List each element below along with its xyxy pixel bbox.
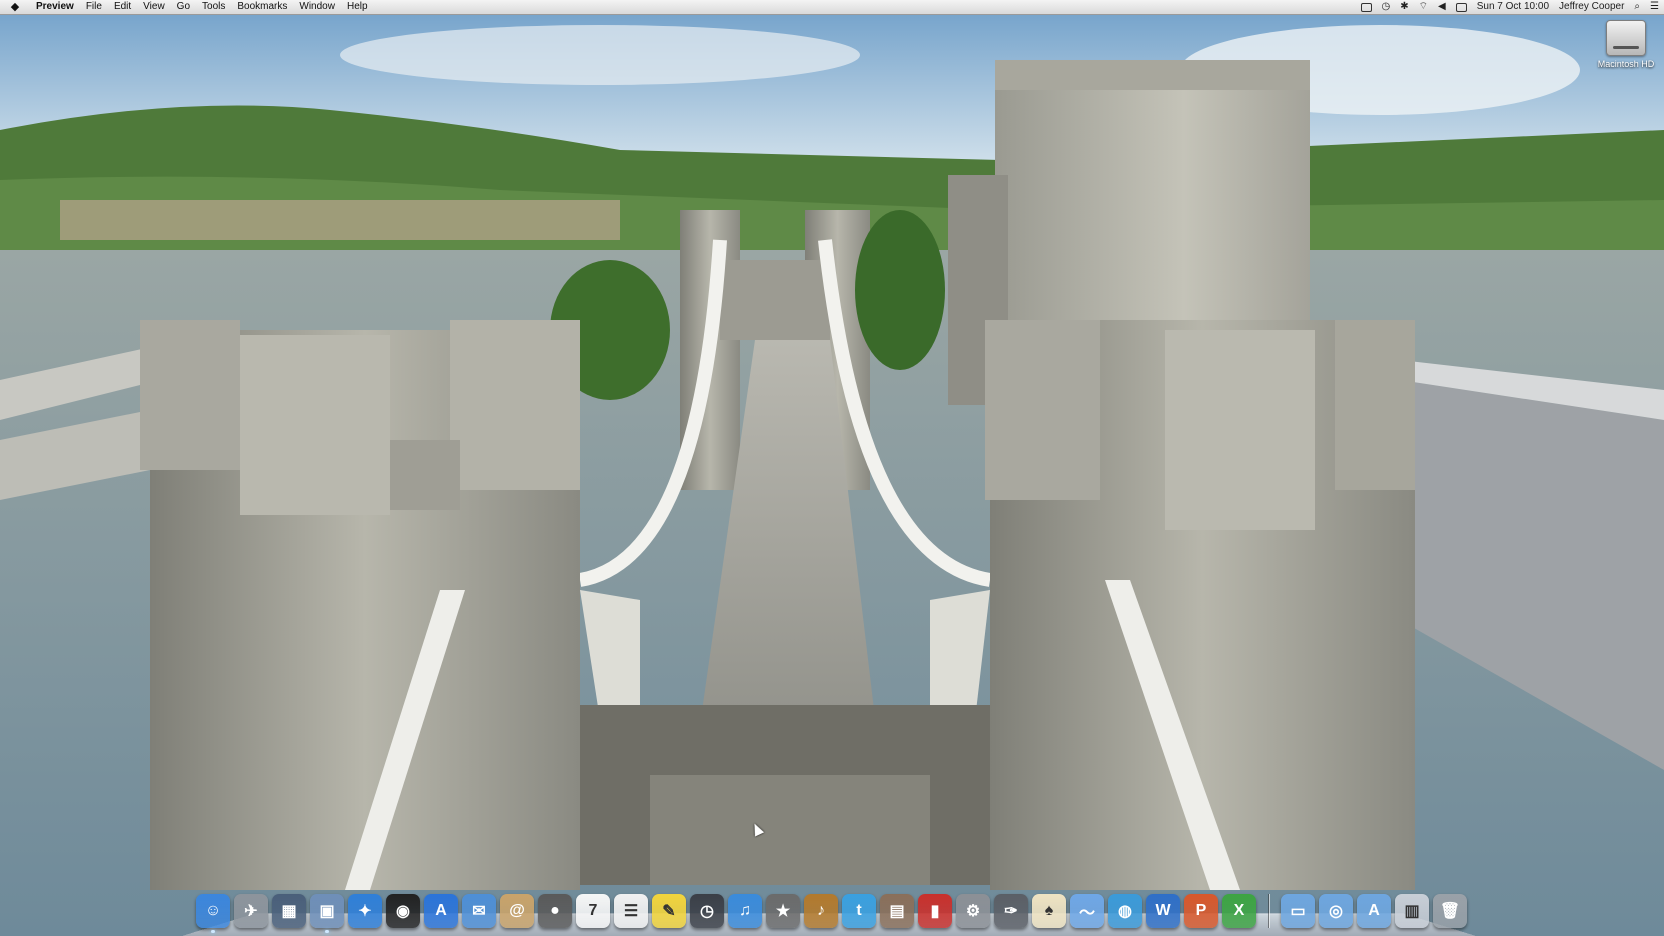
photo-booth-red-icon[interactable]: ▮ xyxy=(918,894,952,928)
menu-window[interactable]: Window xyxy=(293,0,341,14)
network-utility-icon[interactable]: ◍ xyxy=(1108,894,1142,928)
menu-go[interactable]: Go xyxy=(171,0,196,14)
notification-center-icon[interactable]: ☰ xyxy=(1645,0,1664,14)
twitter-icon[interactable]: t xyxy=(842,894,876,928)
desktop-wallpaper xyxy=(0,0,1664,936)
menu-clock[interactable]: Sun 7 Oct 10:00 xyxy=(1472,0,1554,14)
solitaire-icon[interactable]: ♠ xyxy=(1032,894,1066,928)
time-machine-icon[interactable]: ◷ xyxy=(1377,0,1396,14)
dock-separator xyxy=(1268,894,1269,928)
applications-folder-icon[interactable]: ▭ xyxy=(1281,894,1315,928)
dock-items: ☺ ✈ ▦ ▣ ✦ ◉ A ✉ @ ● 7 ☰ ✎ ◷ ♫ ★ ♪ t ▤ ▮ ⚙ ✑ ♠ 〜 ◍ W P X ▭ ◎ A ▥ 🗑 xyxy=(194,892,1469,933)
dock: ☺ ✈ ▦ ▣ ✦ ◉ A ✉ @ ● 7 ☰ ✎ ◷ ♫ ★ ♪ t ▤ ▮ ⚙ ✑ ♠ 〜 ◍ W P X ▭ ◎ A ▥ 🗑 xyxy=(182,884,1476,936)
desktop-icon-label: Macintosh HD xyxy=(1597,59,1655,69)
downloads-stack-icon[interactable]: ▥ xyxy=(1395,894,1429,928)
bluetooth-icon[interactable]: ✱ xyxy=(1395,0,1413,14)
menu-edit[interactable]: Edit xyxy=(108,0,137,14)
word-icon[interactable]: W xyxy=(1146,894,1180,928)
menu-view[interactable]: View xyxy=(137,0,171,14)
safari-icon[interactable]: ✦ xyxy=(348,894,382,928)
calendar-icon[interactable]: 7 xyxy=(576,894,610,928)
mission-control-icon[interactable]: ▦ xyxy=(272,894,306,928)
launchpad-icon[interactable]: ✈ xyxy=(234,894,268,928)
menu-tools[interactable]: Tools xyxy=(196,0,231,14)
script-editor-icon[interactable]: ✑ xyxy=(994,894,1028,928)
mail-icon[interactable]: ✉ xyxy=(462,894,496,928)
user-name[interactable]: Jeffrey Cooper xyxy=(1554,0,1629,14)
feather-app-icon[interactable]: 〜 xyxy=(1070,894,1104,928)
time-machine-icon[interactable]: ◷ xyxy=(690,894,724,928)
running-indicator xyxy=(325,930,329,933)
documents-folder-icon[interactable]: ◎ xyxy=(1319,894,1353,928)
contacts-icon[interactable]: @ xyxy=(500,894,534,928)
running-indicator xyxy=(211,930,215,933)
garageband-icon[interactable]: ♪ xyxy=(804,894,838,928)
system-preferences-icon[interactable]: ⚙ xyxy=(956,894,990,928)
facetime-icon[interactable]: ● xyxy=(538,894,572,928)
imovie-icon[interactable]: ★ xyxy=(766,894,800,928)
menu-app-preview[interactable]: Preview xyxy=(30,0,80,14)
desktop-icon-macintosh-hd[interactable]: Macintosh HD xyxy=(1596,20,1656,69)
hard-drive-icon[interactable] xyxy=(1606,20,1646,56)
apple-menu-icon[interactable]: ◆ xyxy=(0,0,30,14)
menu-extras: ◷ ✱ ⌔ ◀ Sun 7 Oct 10:00 Jeffrey Cooper ⌕… xyxy=(1356,0,1664,14)
reminders-icon[interactable]: ☰ xyxy=(614,894,648,928)
preview-icon[interactable]: ▣ xyxy=(310,894,344,933)
apps-stack-icon[interactable]: A xyxy=(1357,894,1391,928)
powerpoint-icon[interactable]: P xyxy=(1184,894,1218,928)
flag-icon[interactable] xyxy=(1455,2,1467,12)
airplay-icon[interactable] xyxy=(1360,2,1372,12)
menu-help[interactable]: Help xyxy=(341,0,374,14)
spotlight-icon[interactable]: ⌕ xyxy=(1629,0,1645,14)
menu-file[interactable]: File xyxy=(80,0,108,14)
wifi-icon[interactable]: ⌔ xyxy=(1414,0,1433,14)
menu-bar: ◆ Preview File Edit View Go Tools Bookma… xyxy=(0,0,1664,15)
volume-icon[interactable]: ◀ xyxy=(1433,0,1451,14)
app-store-icon[interactable]: A xyxy=(424,894,458,928)
stickies-icon[interactable]: ✎ xyxy=(652,894,686,928)
photo-booth-icon[interactable]: ▤ xyxy=(880,894,914,928)
menu-bookmarks[interactable]: Bookmarks xyxy=(231,0,293,14)
itunes-icon[interactable]: ♫ xyxy=(728,894,762,928)
excel-icon[interactable]: X xyxy=(1222,894,1256,928)
trash-icon[interactable]: 🗑 xyxy=(1433,894,1467,928)
finder-icon[interactable]: ☺ xyxy=(196,894,230,933)
aperture-icon[interactable]: ◉ xyxy=(386,894,420,928)
